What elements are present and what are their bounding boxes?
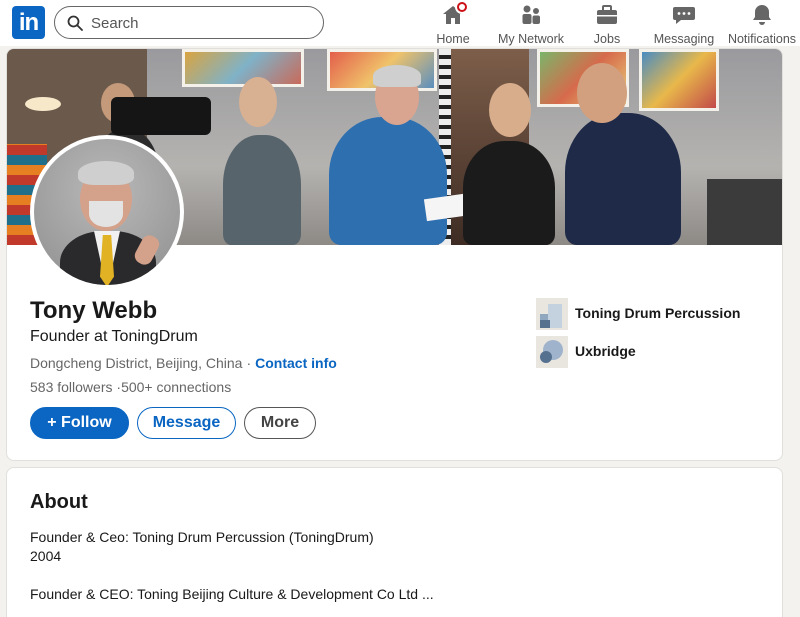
- avatar-photo: [34, 139, 180, 285]
- search-box[interactable]: [54, 6, 324, 39]
- nav-notifications[interactable]: Notifications: [725, 4, 799, 46]
- contact-info-link[interactable]: Contact info: [255, 355, 337, 371]
- messaging-icon: [672, 4, 696, 26]
- about-title: About: [30, 491, 88, 513]
- about-line: 2004: [30, 548, 62, 564]
- about-line: Founder & Ceo: Toning Drum Percussion (T…: [30, 529, 374, 545]
- briefcase-icon: [595, 4, 619, 26]
- nav-home-label: Home: [436, 32, 470, 46]
- about-card: About Founder & Ceo: Toning Drum Percuss…: [6, 467, 783, 617]
- nav-my-network[interactable]: My Network: [495, 4, 567, 46]
- profile-card: Tony Webb Founder at ToningDrum Dongchen…: [6, 48, 783, 461]
- nav-notifications-label: Notifications: [727, 32, 797, 46]
- profile-location: Dongcheng District, Beijing, China: [30, 355, 243, 371]
- nav-messaging-label: Messaging: [653, 32, 715, 46]
- org-name: Uxbridge: [575, 343, 636, 359]
- more-button[interactable]: More: [244, 407, 316, 439]
- nav-jobs[interactable]: Jobs: [591, 4, 623, 46]
- nav-jobs-label: Jobs: [593, 32, 621, 46]
- bell-icon: [750, 4, 774, 26]
- nav-my-network-label: My Network: [498, 32, 564, 46]
- profile-stats: 583 followers ·500+ connections: [30, 379, 231, 395]
- connections-count: 500+ connections: [121, 379, 232, 395]
- profile-name: Tony Webb: [30, 297, 158, 324]
- top-nav: in Home My Network: [0, 0, 800, 46]
- follow-button[interactable]: + Follow: [30, 407, 129, 439]
- school-logo-icon: [536, 336, 568, 368]
- nav-messaging[interactable]: Messaging: [653, 4, 715, 46]
- company-logo-icon: [536, 298, 568, 330]
- search-input[interactable]: [91, 12, 311, 34]
- separator: ·: [246, 355, 252, 371]
- nav-home[interactable]: Home: [435, 0, 471, 46]
- linkedin-logo[interactable]: in: [12, 6, 45, 39]
- search-icon: [67, 15, 83, 31]
- followers-count: 583 followers: [30, 379, 113, 395]
- network-icon: [519, 4, 543, 26]
- profile-headline: Founder at ToningDrum: [30, 328, 198, 345]
- home-icon: [441, 0, 469, 26]
- message-button[interactable]: Message: [137, 407, 236, 439]
- about-line: Founder & CEO: Toning Beijing Culture & …: [30, 586, 434, 602]
- profile-location-line: Dongcheng District, Beijing, China · Conta…: [30, 355, 337, 371]
- profile-avatar[interactable]: [30, 135, 184, 289]
- org-name: Toning Drum Percussion: [575, 305, 741, 321]
- notification-badge: [455, 0, 469, 14]
